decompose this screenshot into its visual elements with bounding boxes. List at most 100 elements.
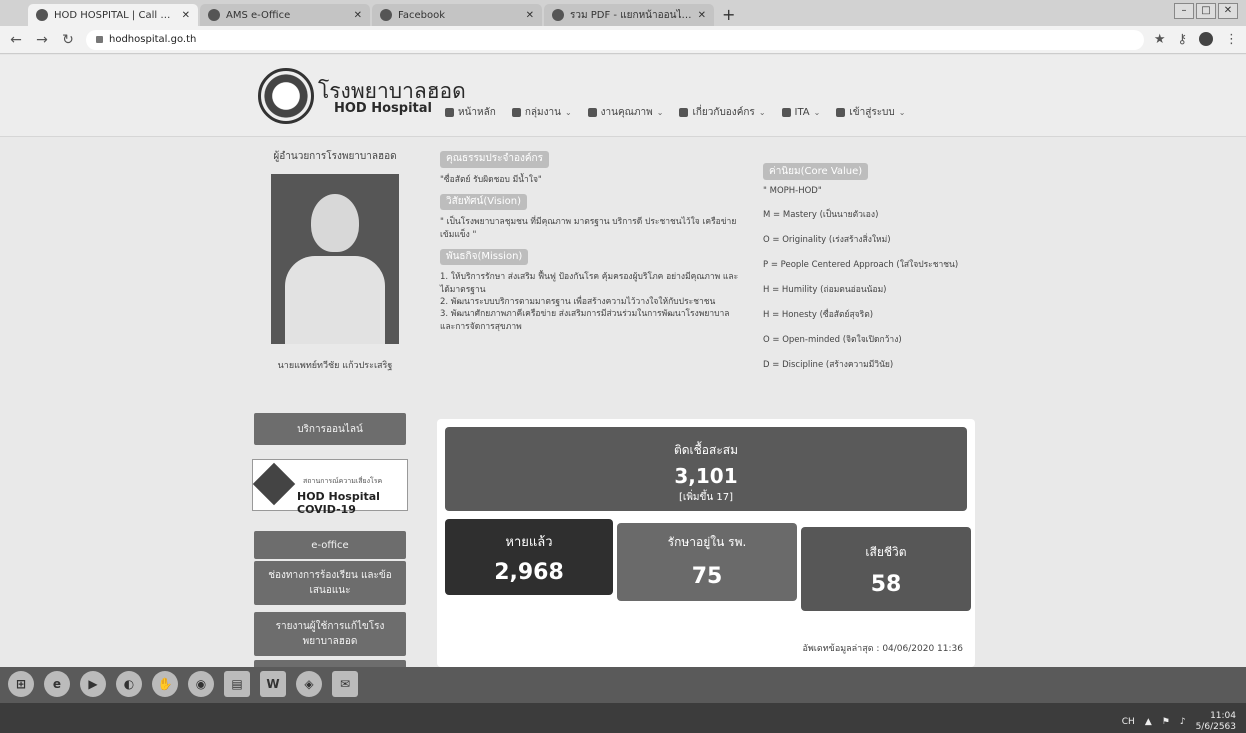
maximize-icon[interactable]: □ (1196, 3, 1216, 19)
covid-stats-widget: ติดเชื้อสะสม 3,101 [เพิ่มขึ้น 17] หายแล้… (437, 419, 975, 667)
clock-time: 11:04 (1210, 711, 1236, 721)
volume-icon[interactable]: ♪ (1180, 717, 1186, 727)
stat-value: 75 (691, 564, 723, 589)
ie-icon[interactable]: e (44, 671, 70, 697)
browser-tab-pdf[interactable]: รวม PDF - แยกหน้าออนไลน์ฟรี ✕ (544, 4, 714, 26)
profile-avatar[interactable] (1199, 32, 1213, 46)
chrome-icon[interactable]: ◉ (188, 671, 214, 697)
core-value-item: O = Open-minded (จิตใจเปิดกว้าง) (763, 335, 902, 345)
nav-label: หน้าหลัก (458, 107, 496, 118)
shield-icon[interactable]: ◈ (296, 671, 322, 697)
stat-label: เสียชีวิต (865, 545, 907, 559)
core-value-item: H = Honesty (ซื่อสัตย์สุจริต) (763, 310, 874, 320)
web-page: โรงพยาบาลฮอด HOD Hospital หน้าหลัก กลุ่ม… (0, 55, 1246, 670)
close-window-icon[interactable]: ✕ (1218, 3, 1238, 19)
browser-toolbar: ★ ⚷ ⋮ (1154, 32, 1238, 47)
word-icon[interactable]: W (260, 671, 286, 697)
nav-about[interactable]: เกี่ยวกับองค์กร ⌄ (679, 105, 766, 120)
line-icon[interactable]: ✉ (332, 671, 358, 697)
mission-item: 2. พัฒนาระบบบริการตามมาตรฐาน เพื่อสร้างค… (440, 297, 716, 308)
nav-home[interactable]: หน้าหลัก (445, 105, 496, 120)
system-tray: CH ▲ ⚑ ♪ 11:04 5/6/2563 (1122, 711, 1236, 733)
back-icon[interactable]: ← (8, 32, 24, 48)
core-value-item: M = Mastery (เป็นนายตัวเอง) (763, 210, 879, 220)
pencil-icon (679, 108, 689, 117)
stat-delta: [เพิ่มขึ้น 17] (679, 492, 733, 503)
key-icon[interactable]: ⚷ (1177, 32, 1187, 47)
warning-icon (252, 462, 296, 506)
firefox-icon[interactable]: ◐ (116, 671, 142, 697)
file-explorer-icon[interactable]: ▤ (224, 671, 250, 697)
taskbar-apps: ⊞ e ▶ ◐ ✋ ◉ ▤ W ◈ ✉ (8, 671, 358, 697)
chevron-down-icon: ⌄ (813, 108, 821, 117)
start-icon[interactable]: ⊞ (8, 671, 34, 697)
core-values-motto: " MOPH-HOD" (763, 186, 822, 196)
core-values-heading: ค่านิยม(Core Value) (763, 163, 869, 180)
browser-tab-bar: HOD HOSPITAL | Call 053-461014 ✕ AMS e-O… (0, 0, 1246, 26)
tab-close-icon[interactable]: ✕ (182, 10, 190, 21)
window-controls: – □ ✕ (1174, 3, 1238, 19)
tab-label: รวม PDF - แยกหน้าออนไลน์ฟรี (570, 9, 692, 21)
site-name-english[interactable]: HOD Hospital (334, 101, 432, 116)
new-tab-button[interactable]: + (722, 5, 735, 26)
last-updated-text: อัพเดทข้อมูลล่าสุด : 04/06/2020 11:36 (802, 644, 963, 654)
online-services-button[interactable]: บริการออนไลน์ (254, 413, 406, 445)
stat-label: รักษาอยู่ใน รพ. (667, 535, 747, 549)
clock-date: 5/6/2563 (1195, 721, 1236, 732)
language-indicator[interactable]: CH (1122, 717, 1135, 727)
nav-departments[interactable]: กลุ่มงาน ⌄ (511, 105, 572, 120)
star-icon[interactable]: ★ (1154, 32, 1166, 47)
network-icon[interactable]: ▲ (1145, 717, 1152, 727)
nav-quality[interactable]: งานคุณภาพ ⌄ (587, 105, 663, 120)
nav-label: เกี่ยวกับองค์กร (692, 107, 755, 118)
hand-icon[interactable]: ✋ (152, 671, 178, 697)
forward-icon[interactable]: → (34, 32, 50, 48)
principle-heading: คุณธรรมประจำองค์กร (440, 151, 549, 168)
director-panel: ผู้อำนวยการโรงพยาบาลฮอด นายแพทย์ทวีชัย แ… (255, 145, 415, 372)
recovered-box: หายแล้ว 2,968 (445, 519, 613, 595)
favicon-icon (36, 9, 48, 21)
eoffice-button[interactable]: e-office (254, 531, 406, 559)
browser-tab-hod[interactable]: HOD HOSPITAL | Call 053-461014 ✕ (28, 4, 198, 26)
covid-banner-link[interactable]: สถานการณ์ความเสี่ยงโรค HOD Hospital COVI… (252, 459, 408, 516)
complaint-button[interactable]: ช่องทางการร้องเรียน และข้อเสนอแนะ (254, 561, 406, 605)
director-photo (271, 174, 399, 344)
stat-value: 3,101 (674, 464, 738, 488)
core-value-item: H = Humility (ถ่อมตนอ่อนน้อม) (763, 285, 887, 295)
tab-close-icon[interactable]: ✕ (354, 10, 362, 21)
tab-label: HOD HOSPITAL | Call 053-461014 (54, 9, 176, 21)
url-input[interactable]: hodhospital.go.th (86, 29, 1144, 50)
browser-tab-facebook[interactable]: Facebook ✕ (372, 4, 542, 26)
nav-ita[interactable]: ITA ⌄ (781, 105, 821, 120)
reload-icon[interactable]: ↻ (60, 32, 76, 48)
flag-icon[interactable]: ⚑ (1162, 717, 1170, 727)
address-bar: ← → ↻ hodhospital.go.th ★ ⚷ ⋮ (0, 26, 1246, 54)
pdf-icon (552, 9, 564, 21)
cumulative-cases-box: ติดเชื้อสะสม 3,101 [เพิ่มขึ้น 17] (445, 427, 967, 511)
tab-label: AMS e-Office (226, 9, 291, 21)
lock-icon (96, 36, 103, 43)
mission-item: 3. พัฒนาศักยภาพภาคีเครือข่าย ส่งเสริมการ… (440, 309, 730, 332)
principle-text: "ซื่อสัตย์ รับผิดชอบ มีน้ำใจ" (440, 174, 542, 185)
minimize-icon[interactable]: – (1174, 3, 1194, 19)
report-button[interactable]: รายงานผู้ใช้การแก้ไขโรงพยาบาลฮอด (254, 612, 406, 656)
nav-login[interactable]: เข้าสู่ระบบ ⌄ (836, 105, 905, 120)
vision-text: " เป็นโรงพยาบาลชุมชน ที่มีคุณภาพ มาตรฐาน… (440, 217, 737, 240)
tab-close-icon[interactable]: ✕ (698, 10, 706, 21)
nav-label: กลุ่มงาน (524, 107, 561, 118)
clock[interactable]: 11:04 5/6/2563 (1196, 711, 1236, 733)
nav-label: เข้าสู่ระบบ (849, 107, 895, 118)
director-name: นายแพทย์ทวีชัย แก้วประเสริฐ (277, 361, 393, 371)
core-value-item: D = Discipline (สร้างความมีวินัย) (763, 360, 894, 370)
browser-tab-ams[interactable]: AMS e-Office ✕ (200, 4, 370, 26)
stat-value: 58 (870, 572, 902, 597)
tab-close-icon[interactable]: ✕ (526, 10, 534, 21)
os-taskbar: ⊞ e ▶ ◐ ✋ ◉ ▤ W ◈ ✉ CH ▲ ⚑ ♪ 11:04 5/6/2… (0, 667, 1246, 733)
core-value-item: P = People Centered Approach (ใส่ใจประชา… (763, 260, 959, 270)
chevron-down-icon: ⌄ (758, 108, 766, 117)
director-title: ผู้อำนวยการโรงพยาบาลฮอด (273, 151, 397, 162)
menu-dots-icon[interactable]: ⋮ (1225, 32, 1238, 47)
media-player-icon[interactable]: ▶ (80, 671, 106, 697)
banner-title: HOD Hospital COVID-19 (297, 490, 380, 516)
hospital-logo-icon[interactable] (258, 68, 314, 124)
